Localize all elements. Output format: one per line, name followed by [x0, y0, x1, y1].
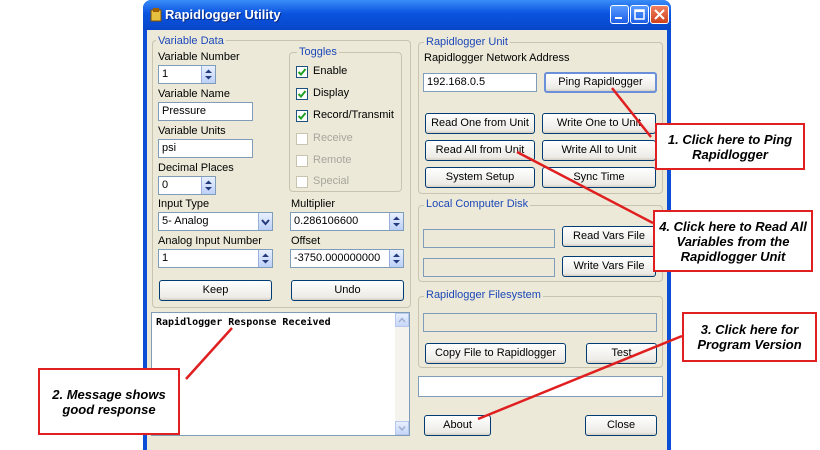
- arrow-read-all: [516, 150, 654, 225]
- arrow-message: [185, 327, 233, 380]
- arrow-ping: [611, 87, 652, 138]
- arrow-program-version: [477, 334, 683, 421]
- callout-arrows: [185, 87, 683, 421]
